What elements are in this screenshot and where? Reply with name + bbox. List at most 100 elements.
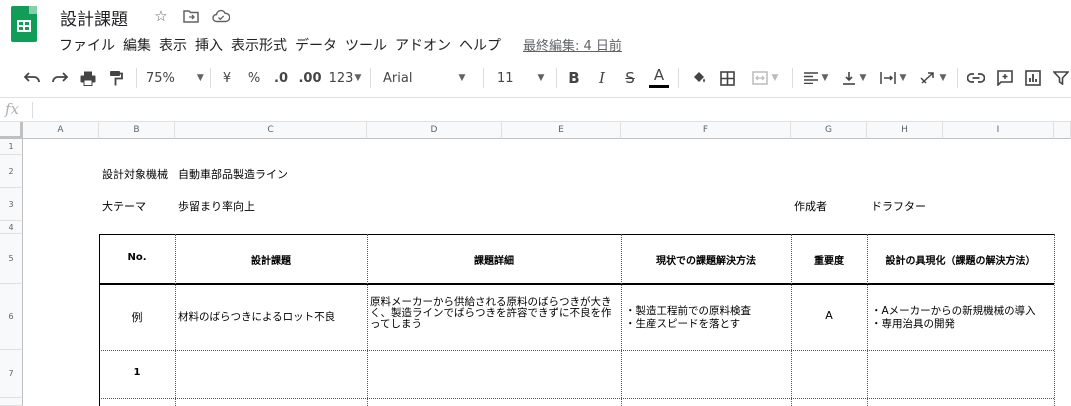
strikethrough-button[interactable]: S <box>620 58 640 98</box>
theme-value[interactable]: 歩留まり率向上 <box>178 198 255 214</box>
star-icon[interactable]: ☆ <box>152 7 170 25</box>
row-header-6[interactable]: 6 <box>0 284 23 350</box>
formula-bar: fx <box>0 98 1071 122</box>
menu-help[interactable]: ヘルプ <box>459 33 509 57</box>
row1-no[interactable]: 1 <box>99 367 175 378</box>
example-issue[interactable]: 材料のばらつきによるロット不良 <box>178 309 335 324</box>
borders-icon[interactable] <box>716 58 738 98</box>
row-header-5[interactable]: 5 <box>0 234 23 284</box>
font-size-select[interactable]: 11 ▼ <box>497 58 549 98</box>
chevron-down-icon: ▼ <box>939 73 947 83</box>
insert-link-icon[interactable] <box>964 58 988 98</box>
chevron-down-icon: ▼ <box>771 73 779 83</box>
menu-view[interactable]: 表示 <box>159 33 195 57</box>
decrease-decimal-button[interactable]: .0 <box>270 58 292 98</box>
column-header-b[interactable]: B <box>99 122 175 139</box>
column-header-c[interactable]: C <box>175 122 367 139</box>
redo-icon[interactable] <box>48 58 72 98</box>
row-header-3[interactable]: 3 <box>0 188 23 221</box>
row-header-1[interactable]: 1 <box>0 139 23 155</box>
zoom-value: 75% <box>146 70 175 86</box>
column-header-h[interactable]: H <box>867 122 943 139</box>
text-rotation-icon[interactable]: ▼ <box>916 58 950 98</box>
increase-decimal-button[interactable]: .00 <box>297 58 323 98</box>
insert-comment-icon[interactable] <box>993 58 1017 98</box>
menu-bar: ファイル 編集 表示 挿入 表示形式 データ ツール アドオン ヘルプ 最終編集… <box>59 33 622 57</box>
menu-insert[interactable]: 挿入 <box>195 33 231 57</box>
example-current-2[interactable]: ・生産スピードを落とす <box>625 316 740 331</box>
app-header: 設計課題 ☆ ファイル 編集 表示 挿入 表示形式 データ ツール アドオン ヘ… <box>0 0 1071 58</box>
theme-label[interactable]: 大テーマ <box>102 198 146 214</box>
fill-color-icon[interactable] <box>688 58 710 98</box>
menu-data[interactable]: データ <box>295 33 345 57</box>
header-priority[interactable]: 重要度 <box>791 252 867 267</box>
column-header-e[interactable]: E <box>502 122 621 139</box>
last-edit-link[interactable]: 最終編集: 4 日前 <box>523 33 622 57</box>
row-header-4[interactable]: 4 <box>0 221 23 234</box>
header-solution[interactable]: 設計の具現化（課題の解決方法） <box>867 252 1054 267</box>
move-folder-icon[interactable] <box>182 7 200 25</box>
filter-icon[interactable] <box>1050 58 1071 98</box>
text-wrapping-icon[interactable]: ▼ <box>876 58 910 98</box>
header-detail[interactable]: 課題詳細 <box>367 252 621 267</box>
merge-cells-icon: ▼ <box>746 58 784 98</box>
header-current-method[interactable]: 現状での課題解決方法 <box>621 252 791 267</box>
insert-chart-icon[interactable] <box>1021 58 1045 98</box>
author-value[interactable]: ドラフター <box>871 198 926 214</box>
currency-format-button[interactable]: ¥ <box>218 58 236 98</box>
row-header-2[interactable]: 2 <box>0 155 23 188</box>
chevron-down-icon: ▼ <box>354 73 362 83</box>
header-issue[interactable]: 設計課題 <box>175 252 367 267</box>
column-header-i[interactable]: I <box>943 122 1054 139</box>
column-header-f[interactable]: F <box>621 122 791 139</box>
example-priority[interactable]: A <box>791 309 867 322</box>
design-target-label[interactable]: 設計対象機械 <box>102 166 168 182</box>
header-no[interactable]: No. <box>99 252 175 263</box>
example-no[interactable]: 例 <box>99 309 175 325</box>
fx-icon: fx <box>5 100 20 118</box>
bold-button[interactable]: B <box>564 58 584 98</box>
chevron-down-icon: ▼ <box>537 73 545 83</box>
row-header-8[interactable] <box>0 398 23 406</box>
text-color-button[interactable]: A <box>648 58 670 98</box>
menu-file[interactable]: ファイル <box>59 33 123 57</box>
column-header-g[interactable]: G <box>791 122 867 139</box>
example-detail[interactable]: 原料メーカーから供給される原料のばらつきが大きく、製造ラインでばらつきを許容でき… <box>370 297 616 330</box>
example-solution-2[interactable]: ・専用治具の開発 <box>871 316 955 331</box>
font-family-select[interactable]: Arial ▼ <box>383 58 475 98</box>
menu-addons[interactable]: アドオン <box>395 33 459 57</box>
document-title[interactable]: 設計課題 <box>60 5 128 30</box>
undo-icon[interactable] <box>20 58 44 98</box>
vertical-align-icon[interactable]: ▼ <box>838 58 870 98</box>
more-formats-label: 123 <box>328 70 354 86</box>
paint-format-icon[interactable] <box>104 58 128 98</box>
author-label[interactable]: 作成者 <box>794 198 827 214</box>
chevron-down-icon: ▼ <box>196 73 204 83</box>
menu-format[interactable]: 表示形式 <box>231 33 295 57</box>
percent-format-button[interactable]: % <box>245 58 263 98</box>
select-all-corner[interactable] <box>0 122 23 139</box>
column-header-next[interactable] <box>1054 122 1071 139</box>
menu-tools[interactable]: ツール <box>345 33 395 57</box>
text-color-swatch <box>649 85 669 88</box>
chevron-down-icon: ▼ <box>458 73 466 83</box>
formula-input[interactable] <box>40 102 1060 118</box>
spreadsheet-grid: A B C D E F G H I 1 2 3 4 5 6 7 設計対象機械 自… <box>0 122 1071 406</box>
toolbar: 75% ▼ ¥ % .0 .00 123 ▼ Arial ▼ 11 ▼ B I … <box>0 58 1071 98</box>
horizontal-align-icon[interactable]: ▼ <box>800 58 832 98</box>
title-actions: ☆ <box>152 7 230 25</box>
zoom-select[interactable]: 75% ▼ <box>146 58 204 98</box>
print-icon[interactable] <box>76 58 100 98</box>
design-target-value[interactable]: 自動車部品製造ライン <box>178 166 288 182</box>
menu-edit[interactable]: 編集 <box>123 33 159 57</box>
cloud-status-icon[interactable] <box>212 7 230 25</box>
column-header-d[interactable]: D <box>367 122 502 139</box>
text-color-letter: A <box>653 66 665 84</box>
font-size-value: 11 <box>497 70 514 86</box>
italic-button[interactable]: I <box>592 58 612 98</box>
sheets-logo-icon[interactable] <box>11 6 37 42</box>
more-formats-button[interactable]: 123 ▼ <box>328 58 362 98</box>
chevron-down-icon: ▼ <box>859 73 867 83</box>
column-header-a[interactable]: A <box>23 122 99 139</box>
row-header-7[interactable]: 7 <box>0 350 23 398</box>
